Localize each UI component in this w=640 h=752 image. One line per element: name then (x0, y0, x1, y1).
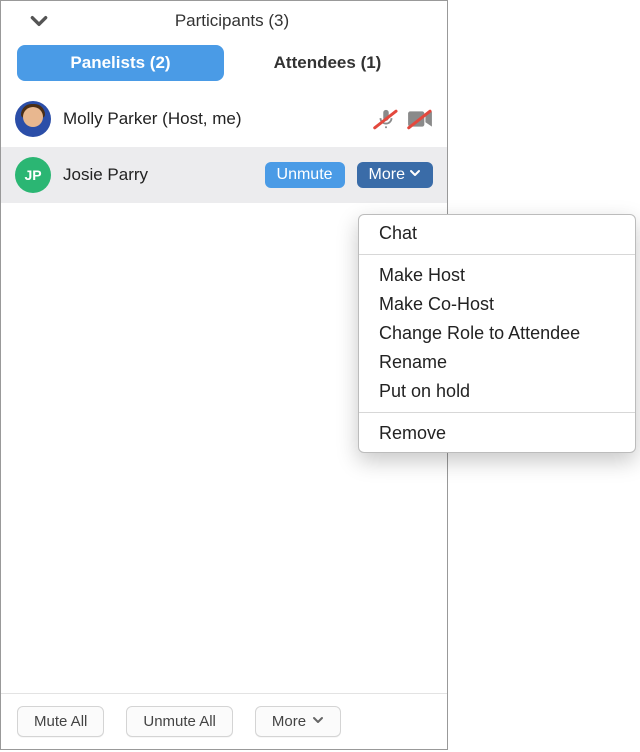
menu-remove[interactable]: Remove (359, 419, 635, 448)
participant-name: Josie Parry (63, 165, 253, 185)
chevron-down-icon (312, 713, 324, 730)
more-button-label: More (369, 166, 405, 184)
avatar: JP (15, 157, 51, 193)
menu-chat[interactable]: Chat (359, 219, 635, 248)
unmute-all-button[interactable]: Unmute All (126, 706, 233, 737)
participant-name: Molly Parker (Host, me) (63, 109, 361, 129)
menu-make-host[interactable]: Make Host (359, 261, 635, 290)
menu-rename[interactable]: Rename (359, 348, 635, 377)
menu-separator (359, 254, 635, 255)
footer-more-button[interactable]: More (255, 706, 341, 737)
panel-header: Participants (3) (1, 1, 447, 41)
menu-separator (359, 412, 635, 413)
status-icons (373, 108, 433, 130)
footer-more-label: More (272, 713, 306, 730)
panel-footer: Mute All Unmute All More (1, 693, 447, 749)
context-menu: Chat Make Host Make Co-Host Change Role … (358, 214, 636, 453)
collapse-icon[interactable] (29, 11, 49, 31)
avatar (15, 101, 51, 137)
menu-make-cohost[interactable]: Make Co-Host (359, 290, 635, 319)
tab-attendees[interactable]: Attendees (1) (224, 45, 431, 81)
tabs: Panelists (2) Attendees (1) (1, 41, 447, 91)
menu-put-on-hold[interactable]: Put on hold (359, 377, 635, 406)
participant-row[interactable]: Molly Parker (Host, me) (1, 91, 447, 147)
menu-change-role[interactable]: Change Role to Attendee (359, 319, 635, 348)
panel-title: Participants (3) (29, 11, 435, 31)
unmute-button[interactable]: Unmute (265, 162, 345, 188)
tab-panelists[interactable]: Panelists (2) (17, 45, 224, 81)
more-button[interactable]: More (357, 162, 433, 188)
camera-off-icon (407, 108, 433, 130)
participant-row[interactable]: JP Josie Parry Unmute More (1, 147, 447, 203)
mic-muted-icon (373, 108, 399, 130)
mute-all-button[interactable]: Mute All (17, 706, 104, 737)
chevron-down-icon (409, 166, 421, 184)
